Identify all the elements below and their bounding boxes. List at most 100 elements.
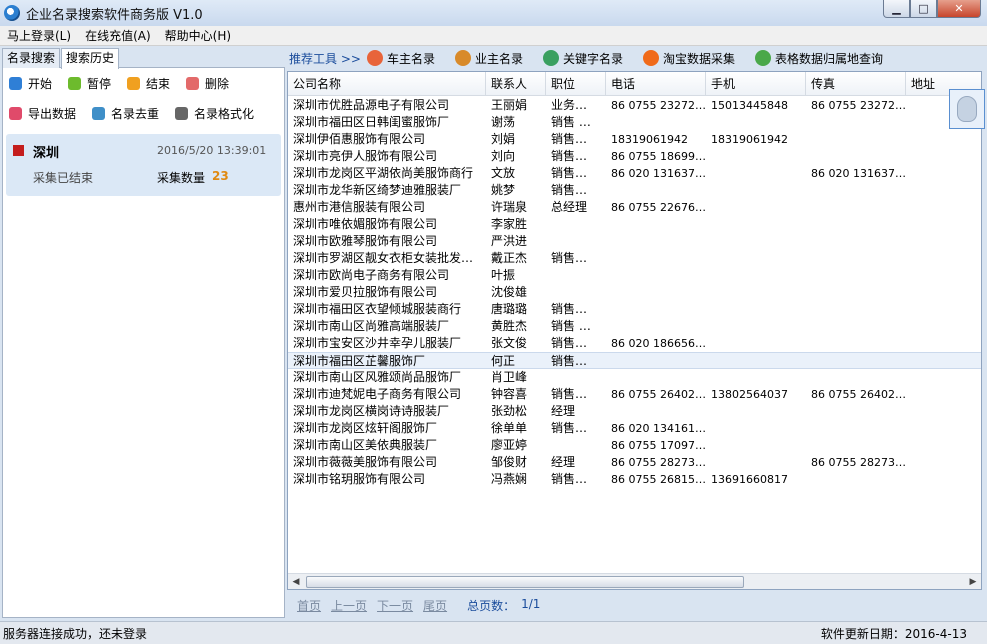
table-row[interactable]: 深圳市欧尚电子商务有限公司 叶振 (288, 267, 981, 284)
menu-help[interactable]: 帮助中心(H) (158, 27, 238, 44)
pager-next[interactable]: 下一页 (377, 597, 413, 614)
column-header[interactable]: 职位 (546, 72, 606, 95)
table-row[interactable]: 深圳市龙岗区横岗诗诗服装厂 张劲松 经理 (288, 403, 981, 420)
tab-search[interactable]: 名录搜索 (2, 48, 61, 68)
tool-button-stop[interactable]: 结束 (127, 75, 170, 92)
table-cell: 经理 (551, 455, 576, 469)
recommended-tools-bar: 推荐工具 >> 车主名录 业主名录 关键字名录 淘宝数据采集 表格数据归属地查询 (289, 46, 987, 70)
table-cell: 18319061942 (611, 133, 688, 146)
maximize-button[interactable]: □ (910, 0, 937, 18)
tool-button-format[interactable]: 名录格式化 (175, 105, 254, 122)
table-cell: 18319061942 (711, 133, 788, 146)
table-row[interactable]: 深圳市优胜品源电子有限公司 王丽娟 业务… 86 0755 23272… 1501344… (288, 97, 981, 114)
table-cell: 深圳市欧雅琴服饰有限公司 (293, 234, 438, 248)
table-cell: 销售… (551, 149, 588, 163)
table-cell: 86 020 131637… (611, 167, 706, 180)
menu-login[interactable]: 马上登录(L) (0, 27, 78, 44)
table-row[interactable]: 深圳市福田区日韩闺蜜服饰厂 谢荡 销售 … (288, 114, 981, 131)
table-row[interactable]: 深圳市南山区美依典服装厂 廖亚婷 86 0755 17097… (288, 437, 981, 454)
table-row[interactable]: 深圳市铭玥服饰有限公司 冯燕娴 销售… 86 0755 26815… 136916608… (288, 471, 981, 488)
format-icon (175, 106, 189, 120)
table-row[interactable]: 深圳市南山区尚雅高端服装厂 黄胜杰 销售 … (288, 318, 981, 335)
keyword-icon (542, 50, 559, 66)
stopped-status-icon (13, 145, 24, 156)
table-row[interactable]: 深圳市福田区衣望倾城服装商行 唐璐璐 销售… (288, 301, 981, 318)
scroll-left-icon[interactable]: ◀ (288, 574, 304, 589)
pager-prev[interactable]: 上一页 (331, 597, 367, 614)
table-cell: 冯燕娴 (491, 472, 528, 486)
table-row[interactable]: 深圳市迪梵妮电子商务有限公司 钟容喜 销售… 86 0755 26402… 138025… (288, 386, 981, 403)
column-header[interactable]: 手机 (706, 72, 806, 95)
table-cell: 86 020 131637… (811, 167, 906, 180)
table-cell (606, 216, 706, 233)
table-cell (906, 386, 981, 403)
table-cell (706, 284, 806, 301)
table-row[interactable]: 深圳市欧雅琴服饰有限公司 严洪进 (288, 233, 981, 250)
history-city: 深圳 (33, 146, 60, 161)
table-cell (806, 182, 906, 199)
tool-button-delete[interactable]: 删除 (186, 75, 229, 92)
table-cell (906, 250, 981, 267)
tool-button-play[interactable]: 开始 (9, 75, 52, 92)
table-cell: 86 0755 26402… (811, 388, 906, 401)
pager-last[interactable]: 尾页 (423, 597, 447, 614)
table-cell: 刘娟 (491, 132, 516, 146)
pager-first[interactable]: 首页 (297, 597, 321, 614)
table-cell (706, 182, 806, 199)
tool-link-car-owner[interactable]: 车主名录 (366, 50, 435, 67)
table-cell: 经理 (551, 404, 576, 418)
table-cell: 86 020 186656… (611, 337, 706, 350)
table-cell (906, 284, 981, 301)
close-button[interactable]: ✕ (937, 0, 981, 18)
table-row[interactable]: 深圳市龙岗区平湖依尚美服饰商行 文放 销售… 86 020 131637… 86 020… (288, 165, 981, 182)
table-cell: 深圳伊佰惠服饰有限公司 (293, 132, 426, 146)
table-row[interactable]: 深圳市唯依媚服饰有限公司 李家胜 (288, 216, 981, 233)
menu-recharge[interactable]: 在线充值(A) (78, 27, 158, 44)
table-row[interactable]: 深圳市龙岗区炫轩阁服饰厂 徐单单 销售… 86 020 134161… (288, 420, 981, 437)
table-row[interactable]: 深圳市薇薇美服饰有限公司 邹俊财 经理 86 0755 28273… 86 0755 2… (288, 454, 981, 471)
tab-history[interactable]: 搜索历史 (61, 48, 120, 69)
tool-button-dedupe[interactable]: 名录去重 (92, 105, 159, 122)
column-header[interactable]: 电话 (606, 72, 706, 95)
table-row[interactable]: 深圳市南山区风雅颂尚品服饰厂 肖卫峰 (288, 369, 981, 386)
table-cell (706, 420, 806, 437)
tool-button-pause[interactable]: 暂停 (68, 75, 111, 92)
table-row[interactable]: 深圳市亮伊人服饰有限公司 刘向 销售… 86 0755 18699… (288, 148, 981, 165)
table-row[interactable]: 惠州市港信服装有限公司 许瑞泉 总经理 86 0755 22676… (288, 199, 981, 216)
table-row[interactable]: 深圳市爱贝拉服饰有限公司 沈俊雄 (288, 284, 981, 301)
scroll-right-icon[interactable]: ▶ (965, 574, 981, 589)
table-cell (806, 148, 906, 165)
tool-link-location-query[interactable]: 表格数据归属地查询 (755, 50, 883, 67)
column-header[interactable]: 公司名称 (288, 72, 486, 95)
table-cell: 沈俊雄 (491, 285, 528, 299)
tool-link-house-owner[interactable]: 业主名录 (454, 50, 523, 67)
table-cell (906, 148, 981, 165)
table-cell (706, 267, 806, 284)
column-header[interactable]: 传真 (806, 72, 906, 95)
table-row[interactable]: 深圳市宝安区沙井幸孕儿服装厂 张文俊 销售… 86 020 186656… (288, 335, 981, 352)
table-cell (806, 437, 906, 454)
minimize-button[interactable]: ▁ (883, 0, 910, 18)
horizontal-scrollbar[interactable]: ◀ ▶ (288, 573, 981, 589)
table-row[interactable]: 深圳市龙华新区绮梦迪雅服装厂 姚梦 销售… (288, 182, 981, 199)
table-cell: 深圳市爱贝拉服饰有限公司 (293, 285, 438, 299)
history-count-label: 采集数量 (157, 171, 206, 185)
table-cell (706, 114, 806, 131)
table-row[interactable]: 深圳市罗湖区靓女衣柜女装批发… 戴正杰 销售… (288, 250, 981, 267)
table-row[interactable]: 深圳伊佰惠服饰有限公司 刘娟 销售… 18319061942 18319061942 (288, 131, 981, 148)
table-cell: 徐单单 (491, 421, 528, 435)
tool-button-export[interactable]: 导出数据 (9, 105, 76, 122)
column-header[interactable]: 联系人 (486, 72, 546, 95)
tool-link-keyword[interactable]: 关键字名录 (542, 50, 623, 67)
table-cell: 86 0755 23272… (811, 99, 906, 112)
table-cell (906, 199, 981, 216)
scroll-thumb[interactable] (306, 576, 744, 588)
history-item[interactable]: 深圳 2016/5/20 13:39:01 采集已结束 采集数量 23 (6, 134, 281, 196)
table-row[interactable]: 深圳市福田区芷馨服饰厂 何正 销售… (288, 352, 981, 369)
table-cell (906, 267, 981, 284)
table-cell: 深圳市龙华新区绮梦迪雅服装厂 (293, 183, 462, 197)
table-cell: 张文俊 (491, 336, 528, 350)
table-body: 深圳市优胜品源电子有限公司 王丽娟 业务… 86 0755 23272… 1501344… (288, 97, 981, 488)
qq-chat-icon[interactable] (949, 89, 985, 129)
tool-link-taobao[interactable]: 淘宝数据采集 (642, 50, 735, 67)
